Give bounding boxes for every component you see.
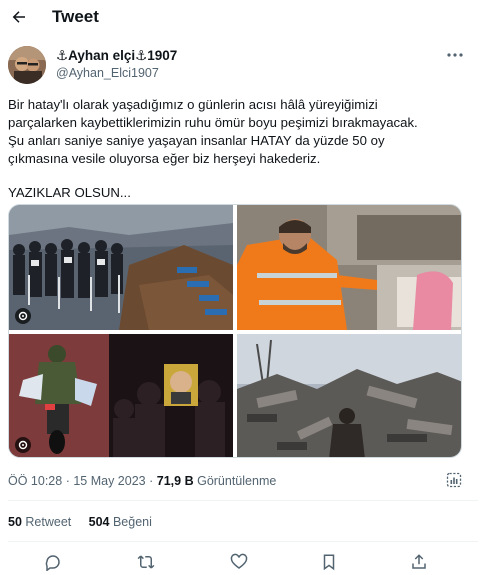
tweet-date[interactable]: 15 May 2023 xyxy=(73,474,145,488)
tweet-time[interactable]: ÖÖ 10:28 xyxy=(8,474,62,488)
retweets-label: Retweet xyxy=(25,515,72,529)
photo-crowd-graves[interactable] xyxy=(9,205,233,330)
avatar[interactable] xyxy=(8,46,46,84)
reply-icon[interactable] xyxy=(44,553,62,571)
author-handle[interactable]: @Ayhan_Elci1907 xyxy=(56,66,159,80)
likes-stat[interactable]: 504 Beğeni xyxy=(89,515,152,529)
tweet-closing-line: YAZIKLAR OLSUN... xyxy=(8,185,131,200)
top-bar: Tweet xyxy=(0,0,486,34)
tweet-line: Şu anları saniye saniye yaşayan insanlar… xyxy=(8,133,385,148)
action-bar xyxy=(0,553,486,573)
tweet-line: parçalarken kaybettiklerimizin ruhu ömür… xyxy=(8,115,418,130)
meta-separator: · xyxy=(149,474,154,488)
views-count: 71,9 B xyxy=(156,474,194,488)
meta-separator: · xyxy=(65,474,70,488)
gif-badge xyxy=(15,308,31,324)
retweets-stat[interactable]: 50 Retweet xyxy=(8,515,71,529)
share-icon[interactable] xyxy=(410,553,428,571)
like-icon[interactable] xyxy=(230,553,248,571)
divider xyxy=(8,541,478,542)
retweets-count: 50 xyxy=(8,515,22,529)
page-title: Tweet xyxy=(52,7,99,26)
author-display-name[interactable]: ⚓Ayhan elçi⚓1907 xyxy=(56,48,177,64)
photo-rescue-worker[interactable] xyxy=(237,205,461,330)
divider xyxy=(8,500,478,501)
gif-badge xyxy=(15,437,31,453)
tweet-meta: ÖÖ 10:28 · 15 May 2023 · 71,9 B Görüntül… xyxy=(8,474,276,488)
media-grid xyxy=(8,204,462,458)
photo-motorcycle-poster[interactable] xyxy=(9,334,233,457)
bookmark-icon[interactable] xyxy=(320,553,338,571)
tweet-line: Bir hatay'lı olarak yaşadığımız o günler… xyxy=(8,97,378,112)
views-label: Görüntülenme xyxy=(197,474,277,488)
more-options-icon[interactable] xyxy=(446,50,464,60)
arrow-left-icon[interactable] xyxy=(10,8,28,26)
tweet-text: Bir hatay'lı olarak yaşadığımız o günler… xyxy=(8,96,478,202)
tweet-stats: 50 Retweet 504 Beğeni xyxy=(8,515,152,529)
analytics-icon[interactable] xyxy=(446,472,462,488)
likes-label: Beğeni xyxy=(112,515,152,529)
photo-rubble-man[interactable] xyxy=(237,334,461,457)
retweet-icon[interactable] xyxy=(137,553,155,571)
tweet-line: çıkmasına vesile oluyorsa eğer biz herşe… xyxy=(8,151,321,166)
likes-count: 504 xyxy=(88,515,110,529)
